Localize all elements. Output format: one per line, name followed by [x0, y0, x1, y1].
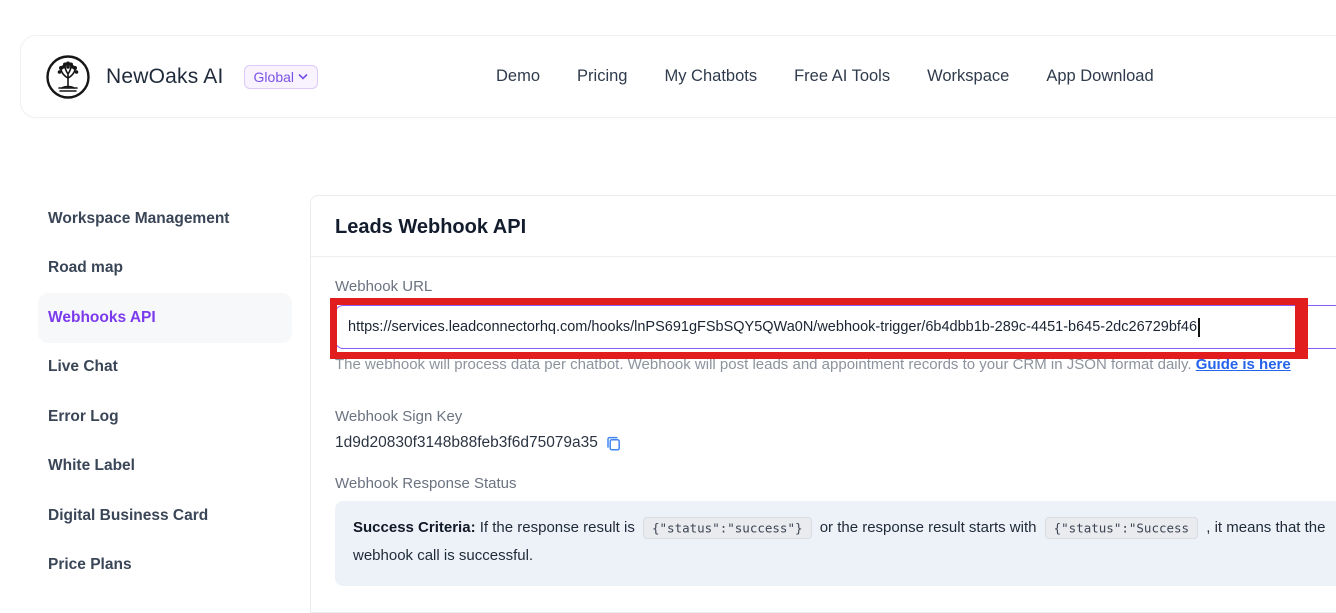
nav-app-download[interactable]: App Download	[1046, 67, 1153, 86]
guide-link[interactable]: Guide is here	[1196, 356, 1291, 373]
brand-name: NewOaks AI	[106, 65, 224, 89]
sidebar-item-digital-business-card[interactable]: Digital Business Card	[38, 491, 292, 541]
main-nav: Demo Pricing My Chatbots Free AI Tools W…	[496, 67, 1154, 86]
sign-key-row: 1d9d20830f3148b88feb3f6d75079a35	[335, 434, 1336, 452]
sidebar-item-road-map[interactable]: Road map	[38, 244, 292, 294]
criteria-text-3: , it means that the	[1206, 519, 1325, 536]
nav-workspace[interactable]: Workspace	[927, 67, 1009, 86]
criteria-text-2: or the response result starts with	[820, 519, 1037, 536]
sidebar-item-workspace-management[interactable]: Workspace Management	[38, 194, 292, 244]
page-title: Leads Webhook API	[335, 216, 1336, 239]
sidebar-item-price-plans[interactable]: Price Plans	[38, 541, 292, 591]
code-success-prefix: {"status":"Success	[1045, 517, 1198, 539]
webhook-url-label: Webhook URL	[335, 278, 1336, 295]
criteria-bold: Success Criteria:	[353, 519, 476, 536]
nav-demo[interactable]: Demo	[496, 67, 540, 86]
region-label: Global	[254, 69, 294, 85]
panel-header: Leads Webhook API	[311, 196, 1336, 257]
sidebar-item-white-label[interactable]: White Label	[38, 442, 292, 492]
response-status-label: Webhook Response Status	[335, 475, 1336, 492]
webhook-api-panel: Leads Webhook API Webhook URL https://se…	[310, 195, 1336, 613]
panel-body: Webhook URL https://services.leadconnect…	[311, 257, 1336, 586]
sign-key-label: Webhook Sign Key	[335, 408, 1336, 425]
sidebar-item-live-chat[interactable]: Live Chat	[38, 343, 292, 393]
nav-my-chatbots[interactable]: My Chatbots	[664, 67, 757, 86]
sidebar-item-webhooks-api[interactable]: Webhooks API	[38, 293, 292, 343]
code-success-full: {"status":"success"}	[643, 517, 812, 539]
region-selector[interactable]: Global	[244, 65, 318, 89]
settings-sidebar: Workspace Management Road map Webhooks A…	[38, 194, 292, 590]
webhook-url-value: https://services.leadconnectorhq.com/hoo…	[348, 319, 1197, 335]
webhook-url-helper: The webhook will process data per chatbo…	[335, 356, 1336, 373]
sign-key-value: 1d9d20830f3148b88feb3f6d75079a35	[335, 434, 598, 452]
sidebar-item-error-log[interactable]: Error Log	[38, 392, 292, 442]
nav-pricing[interactable]: Pricing	[577, 67, 627, 86]
chevron-down-icon	[298, 73, 308, 80]
header: NewOaks AI Global Demo Pricing My Chatbo…	[20, 35, 1336, 118]
success-criteria-box: Success Criteria: If the response result…	[335, 501, 1336, 586]
criteria-text-1: If the response result is	[476, 519, 635, 536]
webhook-url-input[interactable]: https://services.leadconnectorhq.com/hoo…	[335, 305, 1336, 349]
nav-free-ai-tools[interactable]: Free AI Tools	[794, 67, 890, 86]
newoaks-logo-icon	[45, 54, 91, 100]
text-caret	[1198, 318, 1200, 337]
criteria-text-line2: webhook call is successful.	[353, 547, 533, 564]
copy-icon[interactable]	[606, 435, 621, 451]
helper-text: The webhook will process data per chatbo…	[335, 356, 1196, 373]
